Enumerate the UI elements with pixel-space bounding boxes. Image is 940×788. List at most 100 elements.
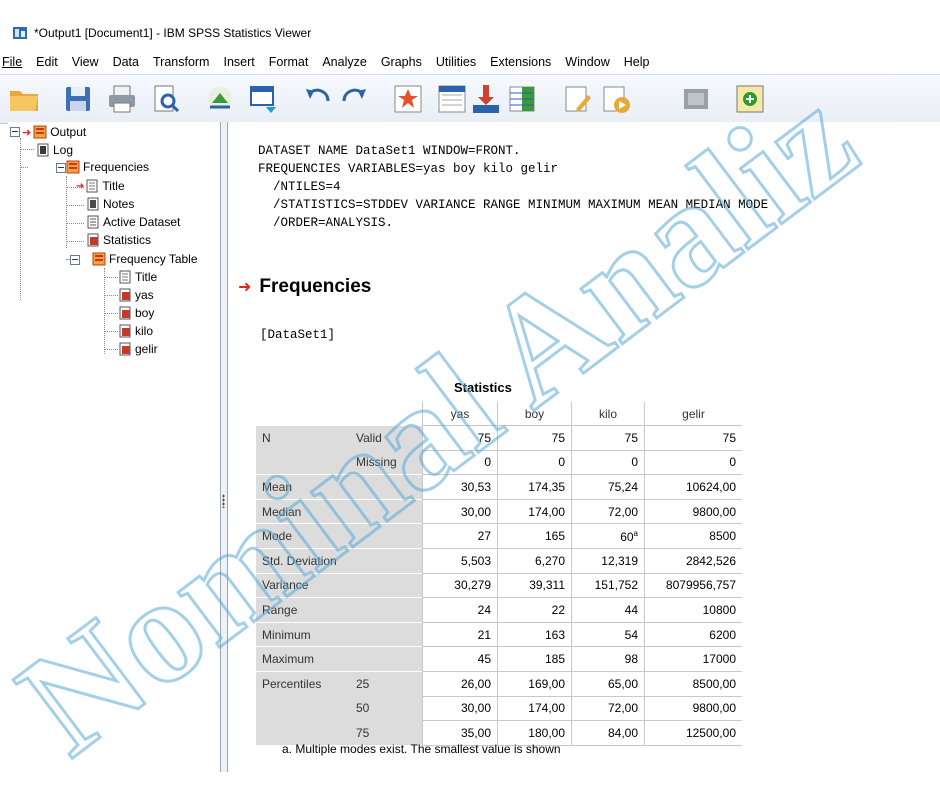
menu-analyze[interactable]: Analyze (322, 55, 376, 69)
collapse-frequency-table-toggle[interactable] (70, 255, 80, 265)
table-row: Mode 27 165 60a 8500 (256, 523, 742, 549)
cell: 174,00 (497, 696, 572, 722)
header-blank (256, 402, 350, 426)
tree-node-kilo[interactable]: kilo (118, 323, 153, 339)
tree-node-title[interactable]: ➜ Title (76, 178, 125, 194)
designate-window-icon[interactable] (562, 83, 594, 115)
print-preview-icon[interactable] (150, 83, 182, 115)
run-icon[interactable] (600, 83, 632, 115)
tree-node-gelir[interactable]: gelir (118, 341, 158, 357)
menu-help[interactable]: Help (624, 55, 660, 69)
goto-case-icon[interactable] (436, 83, 468, 115)
row-label: Percentiles (256, 670, 350, 697)
tree-line (66, 223, 84, 224)
export-icon[interactable] (204, 83, 236, 115)
menu-format[interactable]: Format (269, 55, 319, 69)
cell: 21 (422, 622, 498, 648)
insert-output-icon[interactable] (734, 83, 766, 115)
cell: 44 (571, 597, 645, 623)
splitter-grip[interactable] (222, 494, 225, 508)
tree-line (66, 241, 84, 242)
log-icon (37, 143, 49, 157)
table-row: N Valid 75 75 75 75 (256, 425, 742, 451)
cell: 12,319 (571, 548, 645, 574)
tree-node-yas[interactable]: yas (118, 287, 154, 303)
goto-variable-icon[interactable] (470, 83, 502, 115)
tree-line (104, 349, 118, 350)
tree-node-frequency-table[interactable]: Frequency Table (92, 251, 198, 267)
tree-node-boy[interactable]: boy (118, 305, 154, 321)
cell: 30,00 (422, 696, 498, 722)
cell: 2842,526 (644, 548, 742, 574)
tree-label-statistics: Statistics (103, 233, 152, 247)
tree-node-statistics[interactable]: Statistics (86, 232, 151, 248)
cell: 12500,00 (644, 720, 742, 746)
menu-graphs[interactable]: Graphs (381, 55, 432, 69)
statistics-table[interactable]: yas boy kilo gelir N Valid 75 75 75 75 Missin… (256, 402, 742, 746)
menu-edit[interactable]: Edit (36, 55, 68, 69)
menu-file[interactable]: File (2, 55, 32, 69)
window-title: *Output1 [Document1] - IBM SPSS Statisti… (34, 26, 312, 40)
syntax-line: /ORDER=ANALYSIS. (258, 216, 394, 230)
collapse-output-toggle[interactable] (10, 127, 20, 137)
menu-view[interactable]: View (72, 55, 109, 69)
menu-extensions[interactable]: Extensions (490, 55, 561, 69)
tree-node-notes[interactable]: Notes (86, 196, 134, 212)
open-icon[interactable] (8, 83, 40, 115)
row-label (256, 696, 350, 721)
cell: 75 (497, 425, 572, 451)
output-content-pane: DATASET NAME DataSet1 WINDOW=FRONT. FREQU… (228, 122, 940, 772)
menu-transform[interactable]: Transform (153, 55, 220, 69)
table-row: 50 30,00 174,00 72,00 9800,00 (256, 696, 742, 722)
cell: 39,311 (497, 573, 572, 599)
cell: 24 (422, 597, 498, 623)
cell: 54 (571, 622, 645, 648)
dataset-label: [DataSet1] (260, 328, 336, 342)
undo-icon[interactable] (302, 83, 334, 115)
row-label: Maximum (256, 646, 423, 672)
tree-node-frequencies[interactable]: Frequencies (66, 159, 149, 175)
cell: 0 (644, 450, 742, 476)
statistics-table-title: Statistics (454, 380, 512, 395)
cell: 174,35 (497, 474, 572, 500)
tree-node-log[interactable]: Log (36, 142, 73, 158)
tree-label-notes: Notes (103, 197, 135, 211)
cell: 9800,00 (644, 696, 742, 722)
goto-data-icon[interactable] (392, 83, 424, 115)
book-icon (33, 125, 47, 139)
print-icon[interactable] (106, 83, 138, 115)
tree-node-ft-title[interactable]: Title (118, 269, 157, 285)
column-header: yas (422, 402, 498, 426)
redo-icon[interactable] (338, 83, 370, 115)
cell: 30,279 (422, 573, 498, 599)
pane-splitter[interactable] (221, 122, 228, 772)
menu-window[interactable]: Window (565, 55, 619, 69)
collapse-frequencies-toggle[interactable] (56, 163, 66, 173)
row-label: Variance (256, 572, 423, 598)
cell: 75 (422, 425, 498, 451)
cell: 151,752 (571, 573, 645, 599)
cell: 60a (571, 523, 645, 549)
statistics-table-icon (119, 288, 131, 302)
current-item-arrow-icon: ➜ (22, 126, 32, 139)
menu-insert[interactable]: Insert (223, 55, 264, 69)
recall-dialog-icon[interactable] (248, 83, 280, 115)
save-icon[interactable] (62, 83, 94, 115)
cell: 5,503 (422, 548, 498, 574)
book-icon (92, 252, 106, 266)
syntax-line: /NTILES=4 (258, 180, 341, 194)
tree-label-title: Title (102, 179, 125, 193)
current-item-arrow-icon: ➜ (76, 180, 85, 192)
statistics-table-icon (87, 233, 99, 247)
tree-node-active-dataset[interactable]: Active Dataset (86, 214, 180, 230)
cell: 75 (571, 425, 645, 451)
title-icon (119, 270, 131, 284)
menu-data[interactable]: Data (113, 55, 149, 69)
cell: 75 (644, 425, 742, 451)
tree-node-output[interactable]: ➜ Output (22, 124, 86, 140)
menu-utilities[interactable]: Utilities (436, 55, 486, 69)
frequencies-heading[interactable]: ➜ Frequencies (238, 276, 371, 298)
cell: 26,00 (422, 671, 498, 697)
variables-icon[interactable] (506, 83, 538, 115)
cell: 72,00 (571, 499, 645, 525)
